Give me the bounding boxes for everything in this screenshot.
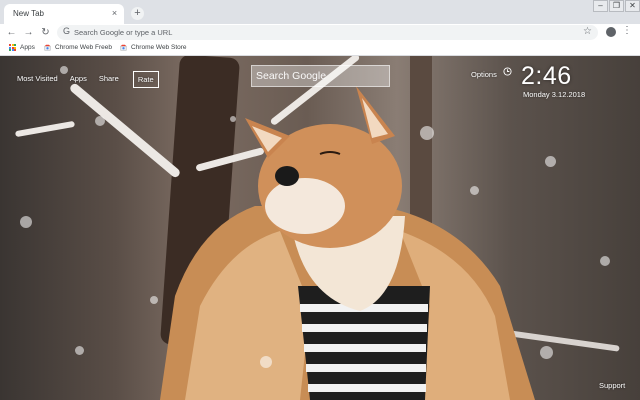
bookmarks-bar: Apps Chrome Web Freeb Chrome Web Store: [0, 41, 640, 56]
snowflake: [150, 296, 158, 304]
new-tab-page: Most Visited Apps Share Rate Options 2:4…: [0, 56, 640, 400]
bookmark-label: Chrome Web Freeb: [55, 44, 112, 51]
close-window-button[interactable]: ✕: [625, 0, 640, 12]
clock-date: Monday 3.12.2018: [523, 90, 586, 99]
address-bar-placeholder: Search Google or type a URL: [74, 28, 173, 37]
apps-grid-icon: [9, 44, 16, 51]
google-g-icon: G: [63, 26, 71, 36]
snowflake: [545, 156, 556, 167]
browser-toolbar: ← → ↻ G Search Google or type a URL ☆ ⋮: [0, 24, 640, 41]
snowflake: [230, 116, 236, 122]
bookmark-apps[interactable]: Apps: [9, 44, 35, 51]
webstore-icon: [120, 44, 127, 51]
support-link[interactable]: Support: [599, 381, 625, 390]
tab-new-tab[interactable]: New Tab ×: [4, 4, 124, 24]
snowflake: [95, 116, 105, 126]
bookmark-chrome-web-store[interactable]: Chrome Web Store: [120, 44, 187, 51]
forward-button[interactable]: →: [22, 26, 35, 39]
snowflake: [600, 256, 610, 266]
bookmark-chrome-web-freeb[interactable]: Chrome Web Freeb: [44, 44, 112, 51]
top-nav: Most Visited Apps Share Rate: [17, 71, 171, 88]
snowflake: [20, 216, 32, 228]
address-bar[interactable]: G Search Google or type a URL ☆: [57, 25, 598, 40]
back-button[interactable]: ←: [5, 26, 18, 39]
most-visited-link[interactable]: Most Visited: [17, 71, 58, 88]
minimize-button[interactable]: –: [593, 0, 608, 12]
snowflake: [420, 126, 434, 140]
bookmark-star-icon[interactable]: ☆: [583, 26, 592, 37]
google-search-box[interactable]: [251, 65, 390, 87]
clock-time: 2:46: [521, 62, 572, 90]
snowflake: [75, 346, 84, 355]
reload-button[interactable]: ↻: [39, 26, 52, 39]
window-controls: – ❐ ✕: [592, 0, 640, 12]
rate-button[interactable]: Rate: [132, 71, 159, 88]
bookmark-label: Chrome Web Store: [131, 44, 187, 51]
bookmark-label: Apps: [20, 44, 35, 51]
clock-icon[interactable]: [503, 67, 512, 76]
maximize-button[interactable]: ❐: [609, 0, 624, 12]
share-link[interactable]: Share: [99, 71, 119, 88]
profile-avatar-icon[interactable]: [606, 27, 616, 37]
close-tab-icon[interactable]: ×: [109, 8, 120, 19]
new-tab-button[interactable]: +: [131, 7, 144, 20]
search-input[interactable]: [252, 66, 389, 86]
snowflake: [470, 186, 479, 195]
menu-dots-icon[interactable]: ⋮: [622, 25, 632, 36]
webstore-icon: [44, 44, 51, 51]
options-link[interactable]: Options: [471, 70, 497, 79]
tab-strip: New Tab × + – ❐ ✕: [0, 0, 640, 24]
tab-title: New Tab: [13, 9, 44, 18]
snowflake: [540, 346, 553, 359]
apps-link[interactable]: Apps: [70, 71, 87, 88]
snowflake: [260, 356, 272, 368]
